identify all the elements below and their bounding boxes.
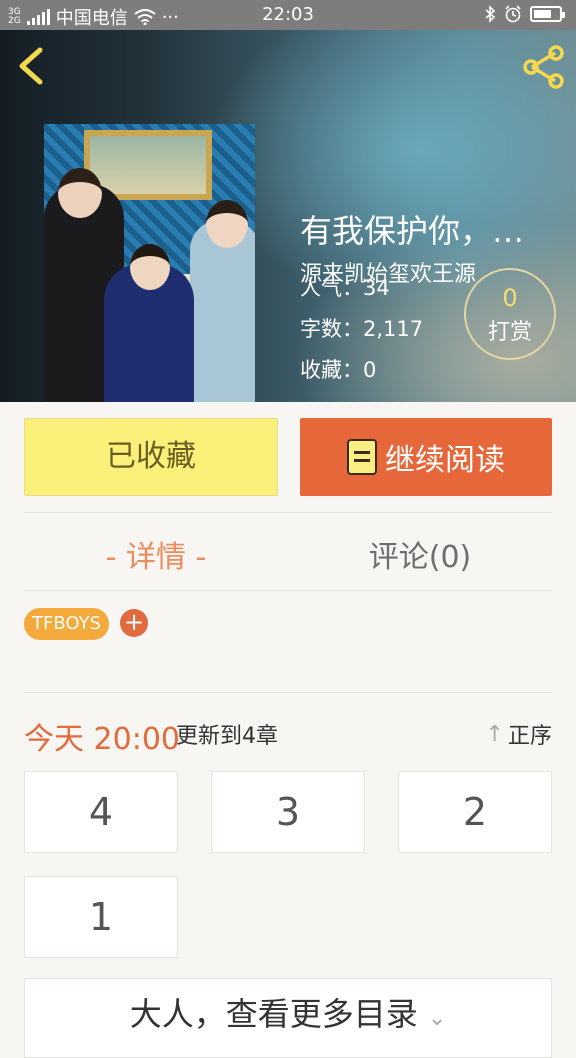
tip-button[interactable]: 0 打赏 (464, 268, 556, 360)
chapter-item[interactable]: 4 (24, 771, 178, 853)
divider (24, 590, 552, 591)
sort-order-label: 正序 (507, 724, 552, 749)
arrow-up-icon: ↑ (485, 721, 504, 747)
back-icon[interactable] (12, 44, 52, 88)
book-icon (347, 439, 377, 475)
popularity-stat: 人气：34 (300, 276, 390, 300)
book-title: 有我保护你，… (300, 212, 525, 250)
share-icon[interactable] (520, 44, 568, 90)
tip-count: 0 (502, 284, 518, 312)
tab-comments[interactable]: 评论(0) (288, 532, 552, 576)
word-count-stat: 字数：2,117 (300, 317, 424, 341)
more-catalog-button[interactable]: 大人，查看更多目录 ⌄ (24, 978, 552, 1058)
continue-reading-button[interactable]: 继续阅读 (300, 418, 552, 496)
bluetooth-icon (485, 5, 496, 23)
chapter-item[interactable]: 2 (398, 771, 552, 853)
chevron-down-icon: ⌄ (427, 1006, 447, 1031)
favorites-stat: 收藏：0 (300, 358, 377, 382)
more-catalog-label: 大人，查看更多目录 (129, 995, 418, 1033)
update-time: 今天 20:00 (24, 722, 180, 757)
chapter-item[interactable]: 1 (24, 876, 178, 958)
tag-item[interactable]: TFBOYS (24, 608, 109, 640)
battery-icon (530, 6, 565, 22)
chapter-item[interactable]: 3 (211, 771, 365, 853)
status-bar: 3G 2G 中国电信 ··· 22:03 (0, 0, 576, 30)
book-header: 有我保护你，… 源来凯始玺欢王源 人气：34 字数：2,117 收藏：0 0 打… (0, 30, 576, 402)
book-cover-image[interactable] (44, 124, 255, 402)
add-tag-button[interactable]: + (120, 609, 148, 637)
continue-reading-label: 继续阅读 (385, 443, 505, 478)
divider (24, 692, 552, 693)
update-info: 更新到4章 (176, 724, 278, 749)
collected-button[interactable]: 已收藏 (24, 418, 278, 496)
alarm-icon (505, 5, 521, 23)
tip-label: 打赏 (487, 320, 532, 345)
sort-order-button[interactable]: ↑ 正序 (486, 718, 552, 750)
tab-detail[interactable]: - 详情 - (24, 532, 288, 576)
divider (24, 512, 552, 513)
